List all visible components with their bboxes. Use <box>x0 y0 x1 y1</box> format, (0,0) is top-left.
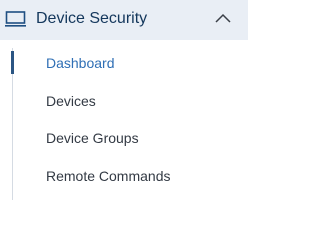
chevron-up-icon[interactable] <box>214 12 232 24</box>
sidebar-item-device-groups[interactable]: Device Groups <box>46 129 139 147</box>
sidebar-item-devices[interactable]: Devices <box>46 92 96 110</box>
submenu: Dashboard Devices Device Groups Remote C… <box>0 40 248 200</box>
nav-section-device-security[interactable]: Device Security <box>0 0 248 40</box>
sidebar-item-remote-commands[interactable]: Remote Commands <box>46 167 171 185</box>
section-title: Device Security <box>36 10 148 27</box>
sidebar-item-dashboard[interactable]: Dashboard <box>46 54 115 72</box>
active-indicator <box>11 51 14 74</box>
monitor-icon <box>5 11 26 27</box>
